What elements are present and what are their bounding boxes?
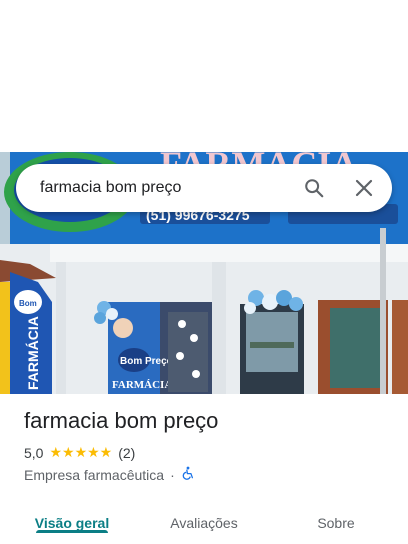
wheelchair-icon (181, 466, 195, 483)
svg-text:Bom: Bom (19, 299, 37, 308)
tab-overview[interactable]: Visão geral (20, 502, 124, 544)
banner-text: FARMÁCIA (25, 316, 41, 390)
search-input[interactable]: farmacia bom preço (40, 179, 296, 197)
poster-logo: Bom Preço (120, 356, 173, 367)
poster-text: FARMÁCIA (112, 379, 172, 391)
review-count[interactable]: (2) (118, 445, 135, 461)
category-label[interactable]: Empresa farmacêutica (24, 467, 164, 483)
rating-row[interactable]: 5,0 ★★★★★ (2) (24, 444, 135, 461)
search-bar[interactable]: farmacia bom preço (16, 164, 392, 212)
place-title: farmacia bom preço (24, 408, 219, 433)
star-icon: ★★★★★ (49, 444, 113, 460)
active-tab-indicator (36, 530, 108, 533)
separator-dot: · (170, 466, 175, 483)
category-row: Empresa farmacêutica · (24, 466, 195, 483)
map-blank-area (0, 0, 408, 152)
close-icon[interactable] (346, 170, 382, 206)
tab-about[interactable]: Sobre (284, 502, 388, 544)
tab-reviews[interactable]: Avaliações (152, 502, 256, 544)
search-icon[interactable] (296, 170, 332, 206)
rating-value: 5,0 (24, 444, 44, 461)
place-info-panel: farmacia bom preço 5,0 ★★★★★ (2) Empresa… (0, 394, 408, 544)
tab-bar: Visão geral Avaliações Sobre (0, 502, 408, 544)
